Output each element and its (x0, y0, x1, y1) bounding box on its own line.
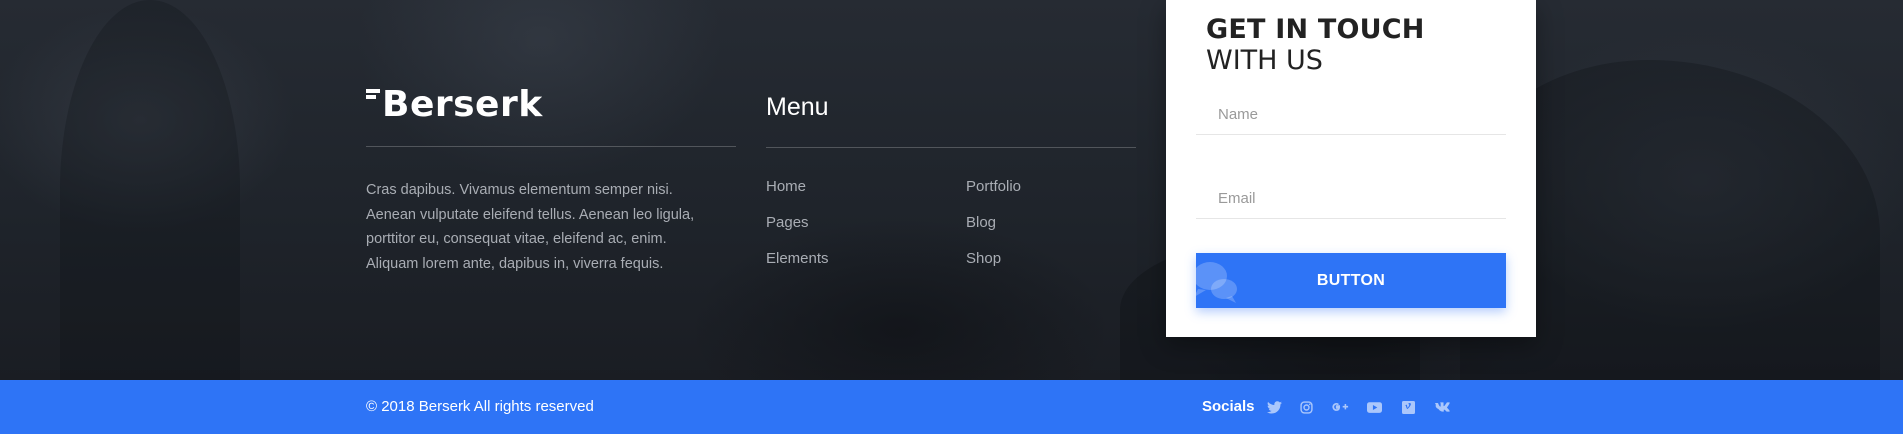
submit-button-label: BUTTON (1316, 272, 1386, 289)
footer-background (0, 0, 1903, 380)
menu-divider (766, 147, 1136, 148)
logo-mark-icon (366, 89, 380, 121)
contact-title-bold: GET IN TOUCH (1206, 14, 1425, 45)
name-field[interactable] (1196, 95, 1506, 135)
logo-text: Berserk (382, 84, 543, 125)
menu-heading: Menu (766, 93, 829, 121)
instagram-icon[interactable] (1297, 398, 1315, 416)
background-foliage (60, 0, 240, 380)
socials-label: Socials (1202, 398, 1255, 415)
menu-link-elements[interactable]: Elements (766, 249, 829, 269)
menu-link-shop[interactable]: Shop (966, 249, 1001, 269)
menu-link-home[interactable]: Home (766, 177, 806, 197)
vimeo-icon[interactable] (1399, 398, 1417, 416)
contact-title-light: WITH US (1206, 45, 1323, 76)
twitter-icon[interactable] (1265, 398, 1283, 416)
contact-card: GET IN TOUCH WITH US BUTTON (1166, 0, 1536, 337)
submit-button[interactable]: BUTTON (1196, 253, 1506, 308)
about-text: Cras dapibus. Vivamus elementum semper n… (366, 182, 695, 272)
google-plus-icon[interactable] (1331, 398, 1349, 416)
youtube-icon[interactable] (1365, 398, 1383, 416)
vk-icon[interactable] (1433, 398, 1451, 416)
copyright-text: © 2018 Berserk All rights reserved (366, 398, 594, 415)
menu-link-portfolio[interactable]: Portfolio (966, 177, 1021, 197)
email-field[interactable] (1196, 179, 1506, 219)
menu-link-blog[interactable]: Blog (966, 213, 996, 233)
about-divider (366, 146, 736, 147)
menu-link-pages[interactable]: Pages (766, 213, 809, 233)
footer-logo[interactable]: Berserk (366, 86, 543, 124)
bottom-bar: © 2018 Berserk All rights reserved Socia… (0, 380, 1903, 434)
